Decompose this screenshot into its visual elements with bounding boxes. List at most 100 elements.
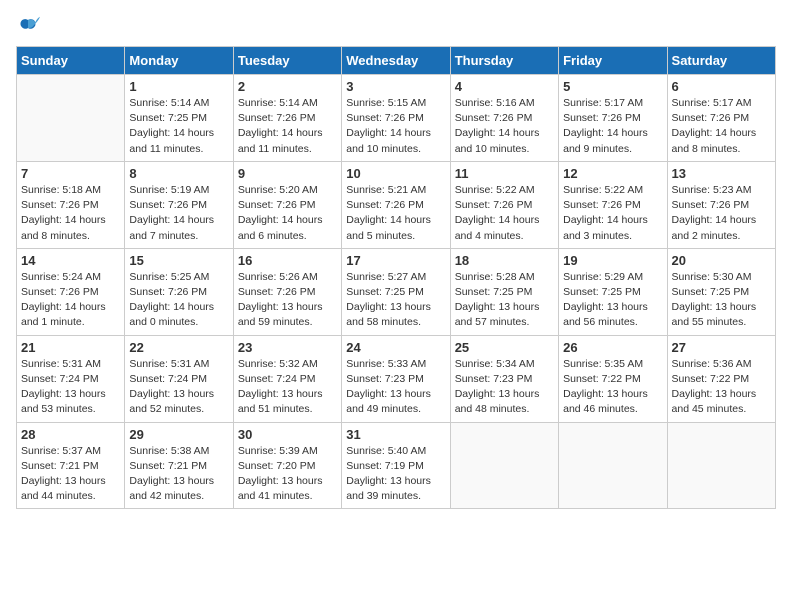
day-info: Sunrise: 5:40 AMSunset: 7:19 PMDaylight:… <box>346 444 445 505</box>
day-info: Sunrise: 5:21 AMSunset: 7:26 PMDaylight:… <box>346 183 445 244</box>
day-info: Sunrise: 5:20 AMSunset: 7:26 PMDaylight:… <box>238 183 337 244</box>
day-info: Sunrise: 5:15 AMSunset: 7:26 PMDaylight:… <box>346 96 445 157</box>
day-number: 6 <box>672 79 771 94</box>
day-number: 11 <box>455 166 554 181</box>
calendar-cell: 14 Sunrise: 5:24 AMSunset: 7:26 PMDayligh… <box>17 248 125 335</box>
day-number: 4 <box>455 79 554 94</box>
calendar-cell: 11 Sunrise: 5:22 AMSunset: 7:26 PMDayligh… <box>450 161 558 248</box>
calendar-cell: 9Sunrise: 5:20 AMSunset: 7:26 PMDaylight… <box>233 161 341 248</box>
calendar-cell: 23 Sunrise: 5:32 AMSunset: 7:24 PMDayligh… <box>233 335 341 422</box>
day-number: 18 <box>455 253 554 268</box>
calendar-cell: 4 Sunrise: 5:16 AMSunset: 7:26 PMDaylight… <box>450 75 558 162</box>
calendar-cell: 16Sunrise: 5:26 AMSunset: 7:26 PMDayligh… <box>233 248 341 335</box>
calendar-cell: 3 Sunrise: 5:15 AMSunset: 7:26 PMDaylight… <box>342 75 450 162</box>
day-info: Sunrise: 5:35 AMSunset: 7:22 PMDaylight:… <box>563 357 662 418</box>
calendar-cell <box>667 422 775 509</box>
calendar-cell <box>450 422 558 509</box>
day-number: 1 <box>129 79 228 94</box>
day-number: 19 <box>563 253 662 268</box>
calendar-cell <box>559 422 667 509</box>
day-number: 24 <box>346 340 445 355</box>
day-header-saturday: Saturday <box>667 47 775 75</box>
day-number: 23 <box>238 340 337 355</box>
calendar-cell: 20 Sunrise: 5:30 AMSunset: 7:25 PMDayligh… <box>667 248 775 335</box>
calendar-header-row: SundayMondayTuesdayWednesdayThursdayFrid… <box>17 47 776 75</box>
calendar-table: SundayMondayTuesdayWednesdayThursdayFrid… <box>16 46 776 509</box>
calendar-cell: 13Sunrise: 5:23 AMSunset: 7:26 PMDayligh… <box>667 161 775 248</box>
calendar-cell: 7 Sunrise: 5:18 AMSunset: 7:26 PMDaylight… <box>17 161 125 248</box>
day-info: Sunrise: 5:28 AMSunset: 7:25 PMDaylight:… <box>455 270 554 331</box>
day-number: 2 <box>238 79 337 94</box>
calendar-cell: 6 Sunrise: 5:17 AMSunset: 7:26 PMDaylight… <box>667 75 775 162</box>
day-header-sunday: Sunday <box>17 47 125 75</box>
day-info: Sunrise: 5:16 AMSunset: 7:26 PMDaylight:… <box>455 96 554 157</box>
day-info: Sunrise: 5:19 AMSunset: 7:26 PMDaylight:… <box>129 183 228 244</box>
calendar-cell: 30 Sunrise: 5:39 AMSunset: 7:20 PMDayligh… <box>233 422 341 509</box>
day-info: Sunrise: 5:14 AMSunset: 7:25 PMDaylight:… <box>129 96 228 157</box>
day-number: 21 <box>21 340 120 355</box>
day-info: Sunrise: 5:34 AMSunset: 7:23 PMDaylight:… <box>455 357 554 418</box>
day-info: Sunrise: 5:30 AMSunset: 7:25 PMDaylight:… <box>672 270 771 331</box>
calendar-cell: 17 Sunrise: 5:27 AMSunset: 7:25 PMDayligh… <box>342 248 450 335</box>
day-info: Sunrise: 5:24 AMSunset: 7:26 PMDaylight:… <box>21 270 120 331</box>
day-number: 14 <box>21 253 120 268</box>
day-info: Sunrise: 5:32 AMSunset: 7:24 PMDaylight:… <box>238 357 337 418</box>
day-info: Sunrise: 5:17 AMSunset: 7:26 PMDaylight:… <box>563 96 662 157</box>
day-number: 31 <box>346 427 445 442</box>
day-header-wednesday: Wednesday <box>342 47 450 75</box>
day-header-thursday: Thursday <box>450 47 558 75</box>
day-number: 8 <box>129 166 228 181</box>
calendar-body: 1 Sunrise: 5:14 AMSunset: 7:25 PMDaylight… <box>17 75 776 509</box>
calendar-cell <box>17 75 125 162</box>
day-info: Sunrise: 5:31 AMSunset: 7:24 PMDaylight:… <box>21 357 120 418</box>
day-info: Sunrise: 5:38 AMSunset: 7:21 PMDaylight:… <box>129 444 228 505</box>
calendar-cell: 15Sunrise: 5:25 AMSunset: 7:26 PMDayligh… <box>125 248 233 335</box>
day-number: 30 <box>238 427 337 442</box>
day-info: Sunrise: 5:22 AMSunset: 7:26 PMDaylight:… <box>563 183 662 244</box>
day-number: 7 <box>21 166 120 181</box>
day-number: 17 <box>346 253 445 268</box>
day-info: Sunrise: 5:37 AMSunset: 7:21 PMDaylight:… <box>21 444 120 505</box>
calendar-cell: 1 Sunrise: 5:14 AMSunset: 7:25 PMDaylight… <box>125 75 233 162</box>
calendar-cell: 24Sunrise: 5:33 AMSunset: 7:23 PMDayligh… <box>342 335 450 422</box>
calendar-cell: 10 Sunrise: 5:21 AMSunset: 7:26 PMDayligh… <box>342 161 450 248</box>
calendar-cell: 27 Sunrise: 5:36 AMSunset: 7:22 PMDayligh… <box>667 335 775 422</box>
day-number: 22 <box>129 340 228 355</box>
day-info: Sunrise: 5:17 AMSunset: 7:26 PMDaylight:… <box>672 96 771 157</box>
calendar-week-4: 28 Sunrise: 5:37 AMSunset: 7:21 PMDayligh… <box>17 422 776 509</box>
day-number: 15 <box>129 253 228 268</box>
day-number: 10 <box>346 166 445 181</box>
calendar-cell: 26Sunrise: 5:35 AMSunset: 7:22 PMDayligh… <box>559 335 667 422</box>
day-number: 16 <box>238 253 337 268</box>
day-number: 3 <box>346 79 445 94</box>
logo <box>16 16 44 40</box>
day-info: Sunrise: 5:36 AMSunset: 7:22 PMDaylight:… <box>672 357 771 418</box>
day-number: 28 <box>21 427 120 442</box>
day-info: Sunrise: 5:18 AMSunset: 7:26 PMDaylight:… <box>21 183 120 244</box>
day-number: 20 <box>672 253 771 268</box>
calendar-cell: 28 Sunrise: 5:37 AMSunset: 7:21 PMDayligh… <box>17 422 125 509</box>
calendar-cell: 5 Sunrise: 5:17 AMSunset: 7:26 PMDaylight… <box>559 75 667 162</box>
calendar-cell: 29Sunrise: 5:38 AMSunset: 7:21 PMDayligh… <box>125 422 233 509</box>
logo-bird-icon <box>16 16 40 40</box>
day-info: Sunrise: 5:22 AMSunset: 7:26 PMDaylight:… <box>455 183 554 244</box>
day-header-monday: Monday <box>125 47 233 75</box>
calendar-cell: 2Sunrise: 5:14 AMSunset: 7:26 PMDaylight… <box>233 75 341 162</box>
calendar-cell: 25Sunrise: 5:34 AMSunset: 7:23 PMDayligh… <box>450 335 558 422</box>
calendar-cell: 18 Sunrise: 5:28 AMSunset: 7:25 PMDayligh… <box>450 248 558 335</box>
calendar-week-1: 7 Sunrise: 5:18 AMSunset: 7:26 PMDaylight… <box>17 161 776 248</box>
calendar-cell: 31 Sunrise: 5:40 AMSunset: 7:19 PMDayligh… <box>342 422 450 509</box>
day-header-tuesday: Tuesday <box>233 47 341 75</box>
calendar-week-0: 1 Sunrise: 5:14 AMSunset: 7:25 PMDaylight… <box>17 75 776 162</box>
day-info: Sunrise: 5:23 AMSunset: 7:26 PMDaylight:… <box>672 183 771 244</box>
day-info: Sunrise: 5:27 AMSunset: 7:25 PMDaylight:… <box>346 270 445 331</box>
day-info: Sunrise: 5:39 AMSunset: 7:20 PMDaylight:… <box>238 444 337 505</box>
calendar-week-2: 14 Sunrise: 5:24 AMSunset: 7:26 PMDayligh… <box>17 248 776 335</box>
calendar-cell: 12Sunrise: 5:22 AMSunset: 7:26 PMDayligh… <box>559 161 667 248</box>
calendar-cell: 19Sunrise: 5:29 AMSunset: 7:25 PMDayligh… <box>559 248 667 335</box>
calendar-cell: 22 Sunrise: 5:31 AMSunset: 7:24 PMDayligh… <box>125 335 233 422</box>
day-info: Sunrise: 5:31 AMSunset: 7:24 PMDaylight:… <box>129 357 228 418</box>
day-number: 27 <box>672 340 771 355</box>
calendar-cell: 21 Sunrise: 5:31 AMSunset: 7:24 PMDayligh… <box>17 335 125 422</box>
day-number: 5 <box>563 79 662 94</box>
